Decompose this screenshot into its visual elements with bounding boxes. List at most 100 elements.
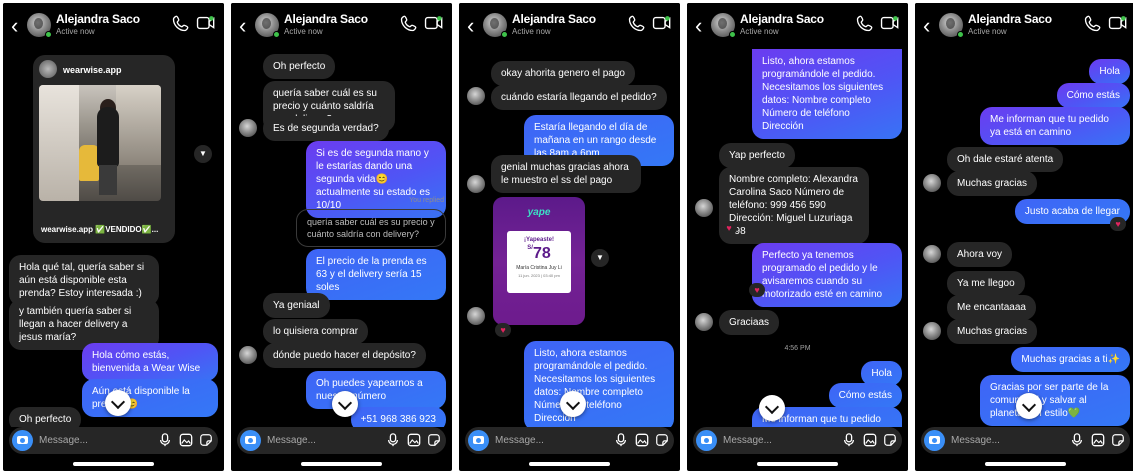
- chat-header: ‹ Alejandra Saco Active now: [3, 3, 224, 49]
- contact-status: Active now: [56, 27, 95, 36]
- message-list[interactable]: Listo, ahora estamos programándole el pe…: [687, 49, 908, 427]
- contact-name[interactable]: Alejandra Saco: [284, 12, 368, 26]
- sticker-icon[interactable]: [655, 433, 669, 447]
- mic-icon[interactable]: [1070, 433, 1084, 447]
- video-icon[interactable]: [1108, 14, 1128, 32]
- back-icon[interactable]: ‹: [695, 15, 702, 37]
- message-input[interactable]: Message...: [951, 435, 1000, 446]
- payment-screenshot[interactable]: yape ¡Yapeaste! S/78 María Cristina Juy …: [493, 197, 585, 325]
- payment-receipt: ¡Yapeaste! S/78 María Cristina Juy Li 11…: [507, 231, 571, 293]
- gallery-icon[interactable]: [407, 433, 421, 447]
- shared-post[interactable]: wearwise.app wearwise.app ✅VENDIDO✅...: [33, 55, 175, 243]
- payment-recipient: María Cristina Juy Li: [516, 265, 562, 271]
- online-indicator: [45, 31, 52, 38]
- back-icon[interactable]: ‹: [11, 15, 18, 37]
- home-indicator: [757, 462, 838, 466]
- gallery-icon[interactable]: [863, 433, 877, 447]
- video-icon[interactable]: [196, 14, 216, 32]
- message-bubble: Ya geniaal: [263, 293, 330, 318]
- phone-icon[interactable]: [856, 14, 874, 32]
- camera-icon[interactable]: [924, 430, 945, 451]
- avatar: [695, 313, 713, 331]
- message-list[interactable]: Oh perfecto quería saber cuál es su prec…: [231, 49, 452, 427]
- avatar: [923, 322, 941, 340]
- mic-icon[interactable]: [842, 433, 856, 447]
- message-bubble: Muchas gracias a ti✨: [1011, 347, 1130, 372]
- mic-icon[interactable]: [614, 433, 628, 447]
- camera-icon[interactable]: [12, 430, 33, 451]
- scroll-down-button[interactable]: [1016, 393, 1042, 419]
- camera-icon[interactable]: [240, 430, 261, 451]
- sticker-icon[interactable]: [199, 433, 213, 447]
- heart-icon[interactable]: ♥: [749, 283, 765, 297]
- contact-status: Active now: [284, 27, 323, 36]
- online-indicator: [729, 31, 736, 38]
- message-bubble: Hola cómo estás, bienvenida a Wear Wise: [82, 343, 218, 381]
- share-icon[interactable]: ▼: [591, 249, 609, 267]
- message-input[interactable]: Message...: [39, 435, 88, 446]
- scroll-down-button[interactable]: [560, 391, 586, 417]
- payment-title: ¡Yapeaste!: [523, 237, 554, 243]
- scroll-down-button[interactable]: [105, 390, 131, 416]
- message-input[interactable]: Message...: [723, 435, 772, 446]
- message-composer[interactable]: Message...: [693, 427, 902, 454]
- back-icon[interactable]: ‹: [239, 15, 246, 37]
- video-icon[interactable]: [880, 14, 900, 32]
- gallery-icon[interactable]: [1091, 433, 1105, 447]
- post-account: wearwise.app: [63, 65, 122, 75]
- contact-name[interactable]: Alejandra Saco: [740, 12, 824, 26]
- quoted-message: quería saber cuál es su precio y cuánto …: [296, 209, 446, 247]
- message-bubble: El precio de la prenda es 63 y el delive…: [306, 249, 446, 300]
- video-icon[interactable]: [652, 14, 672, 32]
- camera-icon[interactable]: [696, 430, 717, 451]
- contact-name[interactable]: Alejandra Saco: [56, 12, 140, 26]
- camera-icon[interactable]: [468, 430, 489, 451]
- heart-icon[interactable]: ♥: [1110, 217, 1126, 231]
- scroll-down-button[interactable]: [332, 391, 358, 417]
- avatar: [239, 119, 257, 137]
- heart-icon[interactable]: ♥: [721, 221, 737, 235]
- scroll-down-button[interactable]: [759, 395, 785, 421]
- chat-screen-1: ‹ Alejandra Saco Active now wearwise.app…: [3, 3, 224, 471]
- phone-icon[interactable]: [1084, 14, 1102, 32]
- gallery-icon[interactable]: [635, 433, 649, 447]
- mic-icon[interactable]: [386, 433, 400, 447]
- message-list[interactable]: wearwise.app wearwise.app ✅VENDIDO✅... ▼…: [3, 49, 224, 427]
- home-indicator: [73, 462, 154, 466]
- phone-icon[interactable]: [172, 14, 190, 32]
- message-bubble: +51 968 386 923: [350, 407, 446, 427]
- contact-status: Active now: [512, 27, 551, 36]
- avatar: [923, 174, 941, 192]
- message-bubble: Nombre completo: Alexandra Carolina Saco…: [719, 167, 869, 244]
- message-bubble: Oh perfecto: [9, 407, 82, 427]
- message-composer[interactable]: Message...: [465, 427, 674, 454]
- message-composer[interactable]: Message...: [237, 427, 446, 454]
- contact-name[interactable]: Alejandra Saco: [968, 12, 1052, 26]
- contact-name[interactable]: Alejandra Saco: [512, 12, 596, 26]
- phone-icon[interactable]: [400, 14, 418, 32]
- message-input[interactable]: Message...: [495, 435, 544, 446]
- heart-icon[interactable]: ♥: [495, 323, 511, 337]
- mic-icon[interactable]: [158, 433, 172, 447]
- message-list[interactable]: okay ahorita genero el pago cuándo estar…: [459, 49, 680, 427]
- phone-icon[interactable]: [628, 14, 646, 32]
- sticker-icon[interactable]: [427, 433, 441, 447]
- message-bubble: lo quisiera comprar: [263, 319, 369, 344]
- chat-screen-4: ‹ Alejandra Saco Active now Listo, ahora…: [687, 3, 908, 471]
- message-composer[interactable]: Message...: [9, 427, 218, 454]
- message-bubble: Listo, ahora estamos programándole el pe…: [752, 49, 902, 139]
- message-bubble: Cómo estás: [828, 383, 902, 408]
- sticker-icon[interactable]: [1111, 433, 1125, 447]
- back-icon[interactable]: ‹: [467, 15, 474, 37]
- message-input[interactable]: Message...: [267, 435, 316, 446]
- sticker-icon[interactable]: [883, 433, 897, 447]
- message-bubble: cuándo estaría llegando el pedido?: [491, 85, 667, 110]
- video-icon[interactable]: [424, 14, 444, 32]
- back-icon[interactable]: ‹: [923, 15, 930, 37]
- share-icon[interactable]: ▼: [194, 145, 212, 163]
- message-bubble: Muchas gracias: [947, 171, 1038, 196]
- message-list[interactable]: Hola Cómo estás Me informan que tu pedid…: [915, 49, 1133, 427]
- gallery-icon[interactable]: [179, 433, 193, 447]
- message-composer[interactable]: Message...: [921, 427, 1130, 454]
- message-bubble: Ya me llegoo: [947, 271, 1025, 296]
